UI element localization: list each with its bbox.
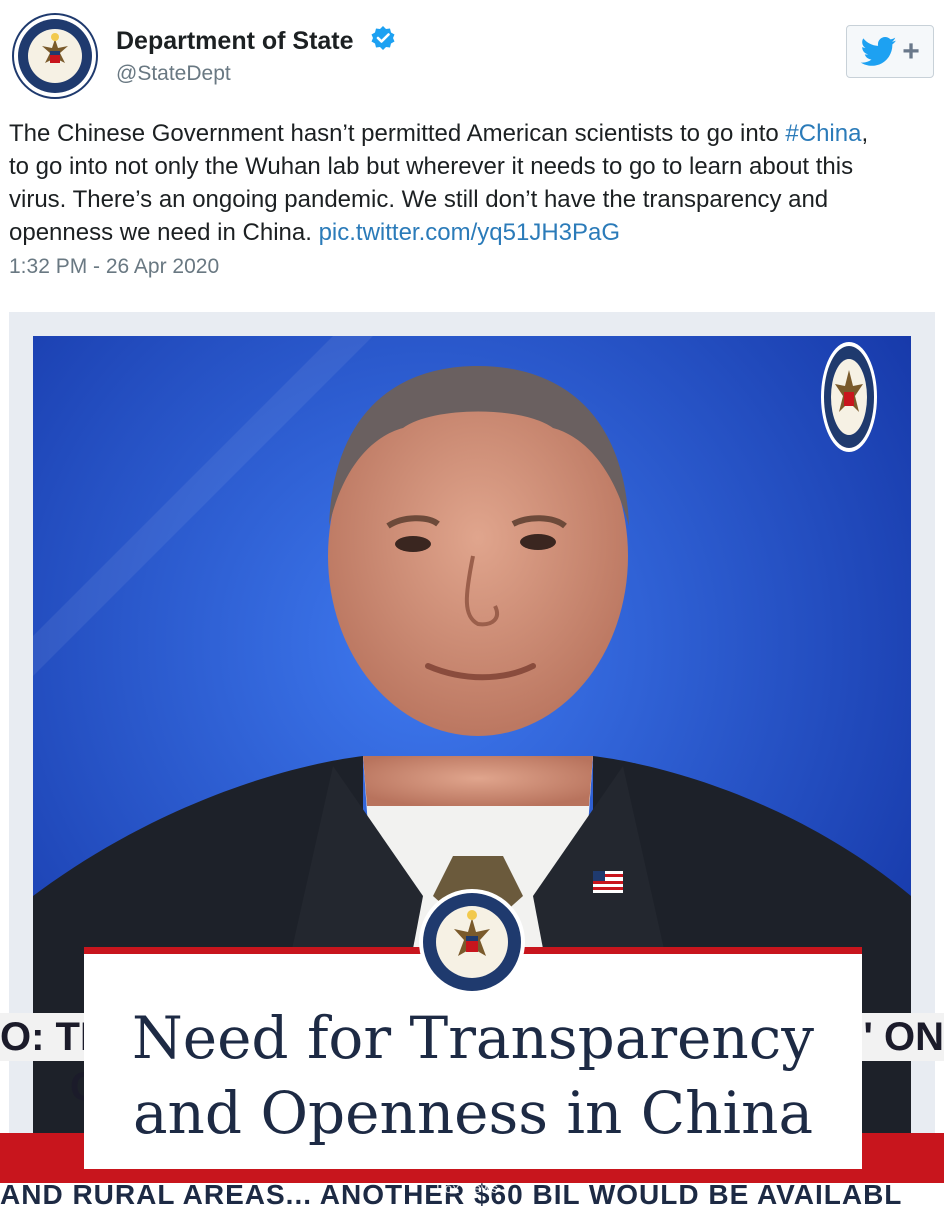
twitter-bird-icon <box>860 36 897 66</box>
headline-line-2: and Openness in China <box>132 1079 814 1147</box>
network-watermark: Fox News <box>436 1180 499 1196</box>
ticker-right-text: ' ON <box>863 1015 944 1059</box>
tweet-timestamp[interactable]: 1:32 PM - 26 Apr 2020 <box>9 255 219 279</box>
corner-seal-icon <box>821 342 877 452</box>
account-handle[interactable]: @StateDept <box>116 62 231 86</box>
account-name[interactable]: Department of State <box>116 27 354 56</box>
headline-seal-icon <box>419 889 525 995</box>
headline-line-1: Need for Transparency <box>132 1004 814 1072</box>
hashtag-link[interactable]: #China <box>785 120 861 147</box>
ticker-left-text: O: TI <box>0 1015 92 1059</box>
follow-button[interactable]: + <box>846 25 934 78</box>
tweet-text-part1: The Chinese Government hasn’t permitted … <box>9 120 786 147</box>
verified-badge-icon <box>371 26 395 50</box>
avatar[interactable] <box>12 13 98 99</box>
pic-link[interactable]: pic.twitter.com/yq51JH3PaG <box>319 219 620 246</box>
tweet-text: The Chinese Government hasn’t permitted … <box>9 117 934 249</box>
state-seal-icon <box>15 16 95 96</box>
follow-plus-icon: + <box>902 34 920 68</box>
